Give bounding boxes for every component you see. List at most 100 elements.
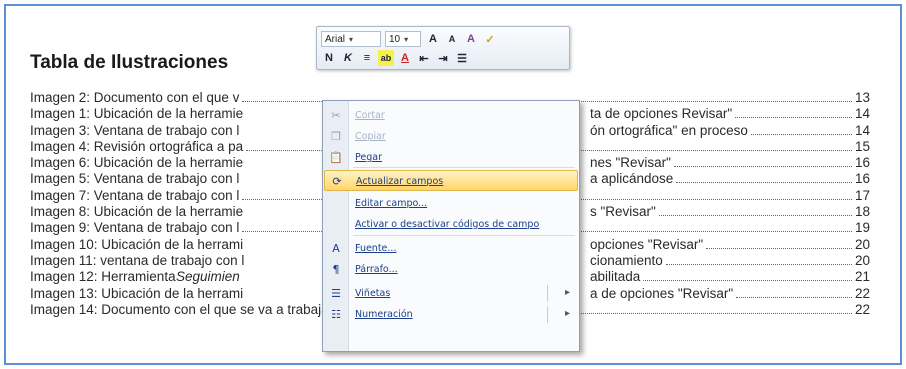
toc-entry-title: Imagen 4: Revisión ortográfica a pa: [30, 138, 244, 154]
toc-page-number: 17: [854, 187, 870, 203]
font-size-combo[interactable]: 10 ▾: [385, 31, 421, 47]
toc-entry-title-continued: a aplicándose: [590, 171, 674, 187]
font-icon: A: [332, 242, 340, 255]
toc-entry-title-continued: ta de opciones Revisar": [590, 106, 733, 122]
toc-leader-dots: [666, 263, 852, 265]
context-menu-item-fuente[interactable]: A Fuente...: [324, 238, 578, 259]
chevron-right-icon: ▸: [564, 308, 570, 319]
context-menu-item-label: Activar o desactivar códigos de campo: [355, 219, 540, 230]
text-effects-icon: A: [467, 33, 475, 45]
context-menu-item-pegar[interactable]: 📋 Pegar: [324, 147, 578, 168]
italic-button[interactable]: K: [340, 50, 356, 66]
toc-page-number: 19: [854, 220, 870, 236]
toc-entry-title: Imagen 3: Ventana de trabajo con l: [30, 122, 240, 138]
scissors-icon: ✂: [331, 109, 341, 122]
chevron-right-icon: ▸: [564, 287, 570, 298]
decrease-indent-button[interactable]: ⇤: [416, 50, 432, 66]
font-name-combo[interactable]: Arial ▾: [321, 31, 381, 47]
context-menu-item-label: Numeración: [355, 309, 413, 320]
page-title: Tabla de Ilustraciones: [30, 52, 229, 73]
toc-leader-dots: [643, 280, 852, 282]
toc-entry-title: Imagen 10: Ubicación de la herrami: [30, 236, 244, 252]
toc-entry-title: Imagen 1: Ubicación de la herramie: [30, 106, 244, 122]
toc-page-number: 15: [854, 138, 870, 154]
numbering-icon: ☷: [331, 308, 341, 321]
context-menu-item-label: Pegar: [355, 152, 382, 163]
context-menu-item-label: Fuente...: [355, 243, 397, 254]
toc-leader-dots: [674, 166, 852, 168]
font-size-value: 10: [389, 33, 401, 45]
toc-entry-title: Imagen 5: Ventana de trabajo con l: [30, 171, 240, 187]
context-menu-item-label: Viñetas: [355, 288, 391, 299]
center-button[interactable]: ≡: [359, 50, 375, 66]
context-menu-item-activar-o-desactivar-c-digos-de-campo[interactable]: Activar o desactivar códigos de campo: [324, 214, 578, 235]
align-center-icon: ≡: [363, 52, 371, 64]
increase-indent-button[interactable]: ⇥: [435, 50, 451, 66]
context-menu-item-actualizar-campos[interactable]: ⟳ Actualizar campos: [324, 170, 578, 191]
toc-leader-dots: [735, 117, 852, 119]
toc-leader-dots: [676, 182, 852, 184]
context-menu-item-p-rrafo[interactable]: ¶ Párrafo...: [324, 259, 578, 280]
mini-toolbar: Arial ▾ 10 ▾ A A A ✓ N K ≡ ab A ⇤ ⇥ ☰: [316, 26, 570, 70]
submenu-divider: [547, 285, 548, 302]
toc-entry-title: Imagen 7: Ventana de trabajo con l: [30, 187, 240, 203]
grow-font-button[interactable]: A: [425, 31, 441, 47]
paste-icon: 📋: [329, 151, 343, 164]
toc-page-number: 21: [854, 269, 870, 285]
toc-entry-title-continued: cionamiento: [590, 252, 663, 268]
highlight-button[interactable]: ab: [378, 50, 394, 66]
bullets-icon: ☰: [457, 52, 467, 65]
shrink-font-button[interactable]: A: [444, 31, 460, 47]
context-menu: ✂ Cortar ❐ Copiar 📋 Pegar ⟳ Actualizar campos Ed…: [322, 100, 580, 352]
mini-toolbar-row-2: N K ≡ ab A ⇤ ⇥ ☰: [321, 49, 473, 67]
toc-leader-dots: [659, 215, 852, 217]
toc-entry-title: Imagen 8: Ubicación de la herramie: [30, 204, 244, 220]
toc-page-number: 16: [854, 171, 870, 187]
context-menu-item-label: Editar campo...: [355, 198, 428, 209]
toc-entry-title: Imagen 12: Herramienta: [30, 269, 176, 285]
toc-page-number: 22: [854, 285, 870, 301]
context-menu-item-editar-campo[interactable]: Editar campo...: [324, 193, 578, 214]
toc-entry-title-continued: s "Revisar": [590, 204, 656, 220]
shrink-font-icon: A: [448, 34, 456, 44]
chevron-down-icon: ▾: [404, 34, 409, 44]
mini-toolbar-row-1: Arial ▾ 10 ▾ A A A ✓: [321, 30, 501, 48]
context-menu-item-label: Cortar: [355, 110, 385, 121]
toc-leader-dots: [751, 133, 852, 135]
context-menu-item-vi-etas[interactable]: ☰ Viñetas ▸: [324, 283, 578, 304]
context-menu-item-numeraci-n[interactable]: ☷ Numeración ▸: [324, 304, 578, 325]
increase-indent-icon: ⇥: [438, 52, 448, 65]
submenu-divider: [547, 306, 548, 323]
toc-entry-title: Imagen 9: Ventana de trabajo con l: [30, 220, 240, 236]
bullets-button[interactable]: ☰: [454, 50, 470, 66]
toc-page-number: 16: [854, 155, 870, 171]
font-name-value: Arial: [325, 33, 346, 45]
toc-entry-title: Imagen 6: Ubicación de la herramie: [30, 155, 244, 171]
context-menu-item-label: Párrafo...: [355, 264, 398, 275]
toc-page-number: 13: [854, 90, 870, 105]
text-effects-button[interactable]: A: [463, 31, 479, 47]
toc-page-number: 22: [854, 301, 870, 317]
context-menu-separator: [353, 167, 575, 168]
font-color-button[interactable]: A: [397, 50, 413, 66]
context-menu-item-copiar[interactable]: ❐ Copiar: [324, 126, 578, 147]
toc-entry-title-italic: Seguimien: [176, 269, 240, 285]
toc-page-number: 14: [854, 122, 870, 138]
bold-button[interactable]: N: [321, 50, 337, 66]
paragraph-icon: ¶: [332, 263, 340, 276]
bullets-icon: ☰: [331, 287, 341, 300]
chevron-down-icon: ▾: [349, 34, 354, 44]
update-fields-icon: ⟳: [332, 175, 342, 188]
toc-entry-title-continued: a de opciones "Revisar": [590, 285, 734, 301]
highlight-icon: ab: [380, 53, 392, 63]
format-painter-icon: ✓: [485, 33, 495, 46]
toc-page-number: 18: [854, 204, 870, 220]
grow-font-icon: A: [429, 33, 437, 45]
format-painter-button[interactable]: ✓: [482, 31, 498, 47]
toc-entry-title-continued: opciones "Revisar": [590, 236, 704, 252]
toc-entry-title-continued: ón ortográfica" en proceso: [590, 122, 748, 138]
toc-entry-title: Imagen 2: Documento con el que v: [30, 90, 240, 105]
toc-entry-title: Imagen 11: ventana de trabajo con l: [30, 252, 245, 268]
copy-icon: ❐: [331, 130, 341, 143]
context-menu-item-cortar[interactable]: ✂ Cortar: [324, 105, 578, 126]
